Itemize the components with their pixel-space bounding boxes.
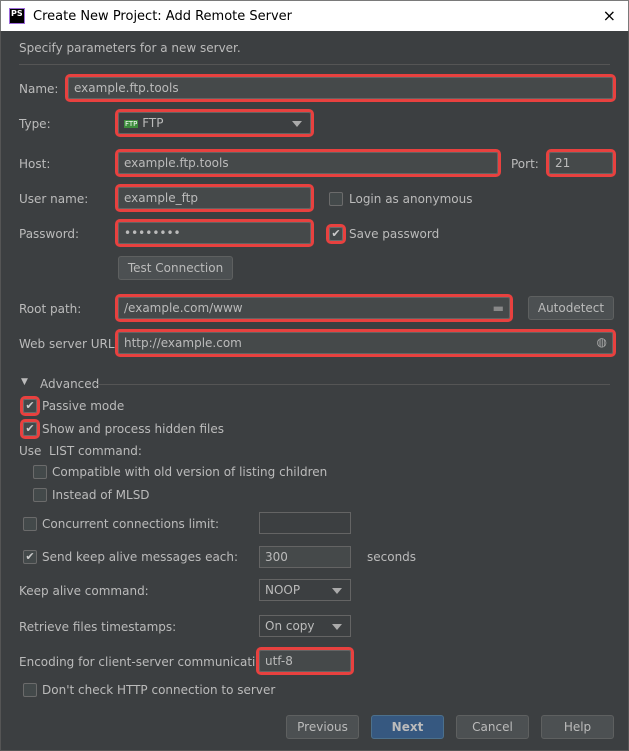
type-value: FTP [142,116,164,130]
anonymous-checkbox[interactable] [329,192,343,206]
previous-button[interactable]: Previous [286,715,359,739]
phpstorm-logo-icon: PS [9,8,25,24]
dialog-body: Specify parameters for a new server. Nam… [0,31,629,751]
http-check-label: Don't check HTTP connection to server [42,683,276,697]
password-label: Password: [19,227,80,241]
keepalive-command-select[interactable]: NOOP [259,579,351,601]
keepalive-checkbox[interactable]: ✔ [23,550,37,564]
keepalive-input[interactable]: 300 [259,546,351,568]
title-bar: PS Create New Project: Add Remote Server… [0,0,629,31]
save-password-label: Save password [349,227,440,241]
window-title: Create New Project: Add Remote Server [33,9,293,24]
type-label: Type: [19,117,51,131]
globe-icon[interactable]: ◍ [597,335,607,349]
http-check-checkbox[interactable] [23,683,37,697]
type-select[interactable]: FTP FTP [115,109,314,137]
host-label: Host: [19,157,51,171]
timestamps-select[interactable]: On copy [259,615,351,637]
help-button[interactable]: Help [541,715,614,739]
advanced-label[interactable]: Advanced [40,377,99,391]
next-button[interactable]: Next [371,715,444,739]
web-url-label: Web server URL: [19,337,119,351]
passive-mode-label: Passive mode [42,399,125,413]
collapse-triangle-icon[interactable]: ▼ [21,377,28,387]
port-input[interactable]: 21 [546,149,616,177]
list-command-label: Use LIST command: [19,444,142,458]
timestamps-label: Retrieve files timestamps: [19,620,177,634]
save-password-checkbox[interactable]: ✔ [326,224,346,244]
divider [19,64,610,65]
concurrent-checkbox[interactable] [23,517,37,531]
mlsd-label: Instead of MLSD [52,488,150,502]
close-icon[interactable]: × [603,6,616,25]
intro-text: Specify parameters for a new server. [19,41,241,55]
root-path-value: /example.com/www [124,301,243,315]
keepalive-command-label: Keep alive command: [19,584,149,598]
test-connection-button[interactable]: Test Connection [118,256,233,280]
anonymous-label: Login as anonymous [349,192,473,206]
compatible-label: Compatible with old version of listing c… [52,465,328,479]
hidden-files-label: Show and process hidden files [42,422,225,436]
encoding-input[interactable]: utf-8 [256,647,354,675]
root-path-label: Root path: [19,302,82,316]
cancel-button[interactable]: Cancel [456,715,529,739]
username-input[interactable]: example_ftp [115,184,314,212]
advanced-divider [97,384,610,385]
hidden-files-checkbox[interactable]: ✔ [20,419,40,439]
autodetect-button[interactable]: Autodetect [528,296,614,320]
name-label: Name: [19,82,59,96]
host-input[interactable]: example.ftp.tools [115,149,501,177]
keepalive-label: Send keep alive messages each: [42,550,239,564]
folder-icon[interactable]: ▬ [493,301,504,315]
root-path-input[interactable]: /example.com/www ▬ [115,294,513,322]
concurrent-label: Concurrent connections limit: [42,517,220,531]
name-input[interactable]: example.ftp.tools [65,74,616,102]
mlsd-checkbox[interactable] [33,488,47,502]
username-label: User name: [19,192,89,206]
keepalive-unit: seconds [367,550,417,564]
passive-mode-checkbox[interactable]: ✔ [20,396,40,416]
concurrent-input[interactable] [259,512,351,534]
ftp-icon: FTP [124,119,139,128]
port-label: Port: [511,157,539,171]
compatible-checkbox[interactable] [33,465,47,479]
password-input[interactable]: •••••••• [115,219,314,247]
web-url-input[interactable]: http://example.com ◍ [115,329,616,357]
web-url-value: http://example.com [124,336,242,350]
encoding-label: Encoding for client-server communication… [19,655,275,669]
